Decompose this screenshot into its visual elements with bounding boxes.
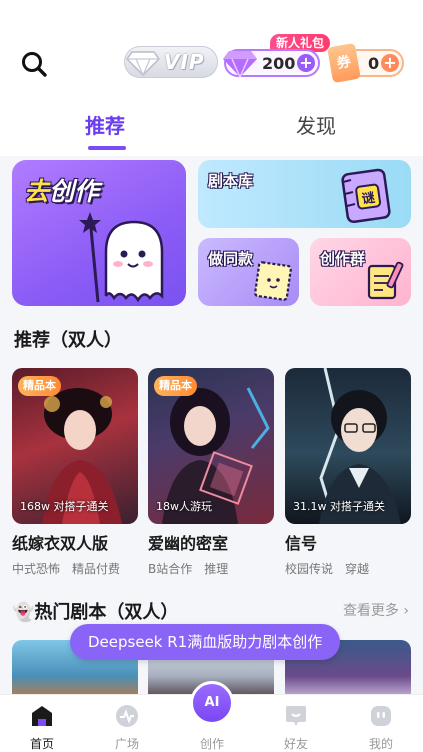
- story-title: 爱幽的密室: [148, 534, 229, 553]
- coupon-icon: 券: [327, 42, 361, 84]
- nav-plaza-label: 广场: [114, 737, 139, 751]
- story-card[interactable]: 精品本 18w人游玩 爱幽的密室 B站合作 推理: [148, 368, 274, 577]
- top-bar: VIP 新人礼包 200 + 券 0 + 推荐 发现: [0, 0, 423, 160]
- story-tags: 校园传说 穿越: [285, 560, 411, 577]
- story-tag: 校园传说: [285, 562, 334, 576]
- main-content[interactable]: 去创作 剧本库 谜 做同款 创作群 推荐（双人） 精品本 168w 对搭子通关 …: [0, 156, 423, 696]
- diamond-count: 200: [262, 54, 296, 73]
- play-count: 18w人游玩: [156, 500, 212, 513]
- story-card[interactable]: 精品本 168w 对搭子通关 纸嫁衣双人版 中式恐怖 精品付费: [12, 368, 138, 577]
- script-library-card[interactable]: 剧本库 谜: [198, 160, 411, 228]
- story-tags: B站合作 推理: [148, 560, 274, 577]
- story-tag: 精品付费: [72, 562, 121, 576]
- make-same-label: 做同款: [208, 250, 254, 268]
- story-tag: 中式恐怖: [12, 562, 61, 576]
- vip-badge[interactable]: VIP: [124, 46, 218, 78]
- story-tag: 推理: [204, 562, 229, 576]
- story-tag: B站合作: [148, 562, 193, 576]
- go-create-card[interactable]: 去创作: [12, 160, 186, 306]
- story-cover-image: 31.1w 对搭子通关: [285, 368, 411, 524]
- tab-discover[interactable]: 发现: [296, 110, 336, 139]
- story-cover-image: 精品本 18w人游玩: [148, 368, 274, 524]
- top-tabs: 推荐 发现: [0, 110, 423, 154]
- nav-profile-label: 我的: [368, 737, 393, 751]
- story-cover-image: 精品本 168w 对搭子通关: [12, 368, 138, 524]
- story-tag: 穿越: [345, 562, 370, 576]
- go-create-title: 去创作: [24, 177, 100, 206]
- play-count: 31.1w 对搭子通关: [293, 500, 385, 513]
- notepad-pen-icon: [367, 261, 404, 300]
- tab-recommend[interactable]: 推荐: [85, 110, 125, 139]
- story-card[interactable]: 31.1w 对搭子通关 信号 校园传说 穿越: [285, 368, 411, 577]
- nav-profile[interactable]: 我的: [351, 703, 411, 752]
- premium-badge: 精品本: [154, 376, 197, 396]
- script-library-label: 剧本库: [208, 172, 254, 190]
- bottom-navigation: 首页 广场 创作 AI 好友 我的: [0, 681, 423, 752]
- nav-friends[interactable]: 好友: [266, 703, 326, 752]
- vip-label: VIP: [164, 50, 205, 74]
- search-icon[interactable]: [18, 48, 50, 80]
- nav-home[interactable]: 首页: [12, 703, 72, 752]
- recommend-section-title: 推荐（双人）: [14, 330, 122, 351]
- coupon-count: 0: [368, 54, 380, 73]
- vip-diamond-icon: [126, 51, 160, 76]
- ai-create-button[interactable]: AI: [190, 681, 234, 725]
- diamond-icon: [223, 51, 257, 79]
- deepseek-promo-banner[interactable]: Deepseek R1满血版助力剧本创作: [70, 624, 341, 660]
- play-count: 168w 对搭子通关: [20, 500, 109, 513]
- coupon-balance[interactable]: 券 0 +: [327, 42, 404, 84]
- diamond-balance[interactable]: 200 +: [223, 49, 320, 79]
- ghost-mascot-icon: [79, 212, 164, 303]
- nav-friends-label: 好友: [283, 737, 308, 751]
- book-icon: 谜: [341, 168, 391, 224]
- home-icon: [32, 706, 52, 726]
- active-tab-indicator: [88, 146, 126, 150]
- story-title: 信号: [285, 534, 318, 553]
- creation-group-card[interactable]: 创作群: [310, 238, 411, 306]
- nav-create-label: 创作: [199, 737, 224, 751]
- stamp-icon: [254, 261, 292, 301]
- premium-badge: 精品本: [18, 376, 61, 396]
- nav-home-label: 首页: [29, 737, 54, 751]
- creation-group-label: 创作群: [320, 250, 366, 268]
- view-more-link[interactable]: 查看更多 ›: [343, 600, 409, 620]
- profile-icon: [371, 706, 391, 726]
- friends-icon: [286, 706, 306, 726]
- story-title: 纸嫁衣双人版: [12, 534, 109, 553]
- add-coupon-button[interactable]: +: [381, 54, 399, 72]
- hot-section-title: 👻热门剧本（双人）: [12, 602, 179, 623]
- make-same-card[interactable]: 做同款: [198, 238, 299, 306]
- nav-plaza[interactable]: 广场: [97, 703, 157, 752]
- story-tags: 中式恐怖 精品付费: [12, 560, 138, 577]
- plaza-icon: [116, 705, 138, 727]
- add-diamond-button[interactable]: +: [297, 54, 315, 72]
